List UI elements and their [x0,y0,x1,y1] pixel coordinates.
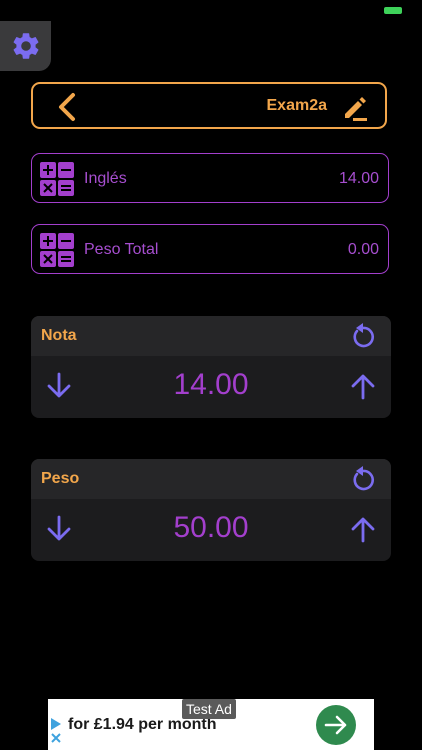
weight-card: Peso 50.00 [31,459,391,561]
exam-header: Exam2a [31,82,387,129]
total-weight-label: Peso Total [84,241,159,258]
grade-card-header: Nota [31,316,391,356]
weight-title: Peso [41,470,80,487]
exam-title: Exam2a [266,97,328,114]
arrow-up-icon[interactable] [348,371,378,401]
ad-arrow-icon [324,715,347,735]
adchoices-icon[interactable] [50,717,62,745]
edit-pencil-icon[interactable] [339,92,369,122]
grade-value: 14.00 [173,368,249,401]
calculator-icon [40,233,74,267]
calculator-icon [40,162,74,196]
subject-label: Inglés [84,170,127,187]
reset-icon[interactable] [349,465,377,493]
ad-banner[interactable]: for £1.94 per month Test Ad [48,699,374,750]
settings-button[interactable] [0,21,51,71]
subject-value: 14.00 [338,170,379,187]
grade-title: Nota [41,327,77,344]
subject-field[interactable]: Inglés 14.00 [31,153,389,203]
weight-card-header: Peso [31,459,391,499]
total-weight-field[interactable]: Peso Total 0.00 [31,224,389,274]
weight-value: 50.00 [173,511,249,544]
gear-icon [13,33,38,59]
ad-arrow-button[interactable] [316,705,356,745]
battery-indicator [384,7,402,14]
test-ad-label: Test Ad [182,699,236,719]
grade-card: Nota 14.00 [31,316,391,418]
reset-icon[interactable] [349,322,377,350]
back-chevron-icon[interactable] [53,92,81,122]
arrow-up-icon[interactable] [348,514,378,544]
total-weight-value: 0.00 [347,241,379,258]
